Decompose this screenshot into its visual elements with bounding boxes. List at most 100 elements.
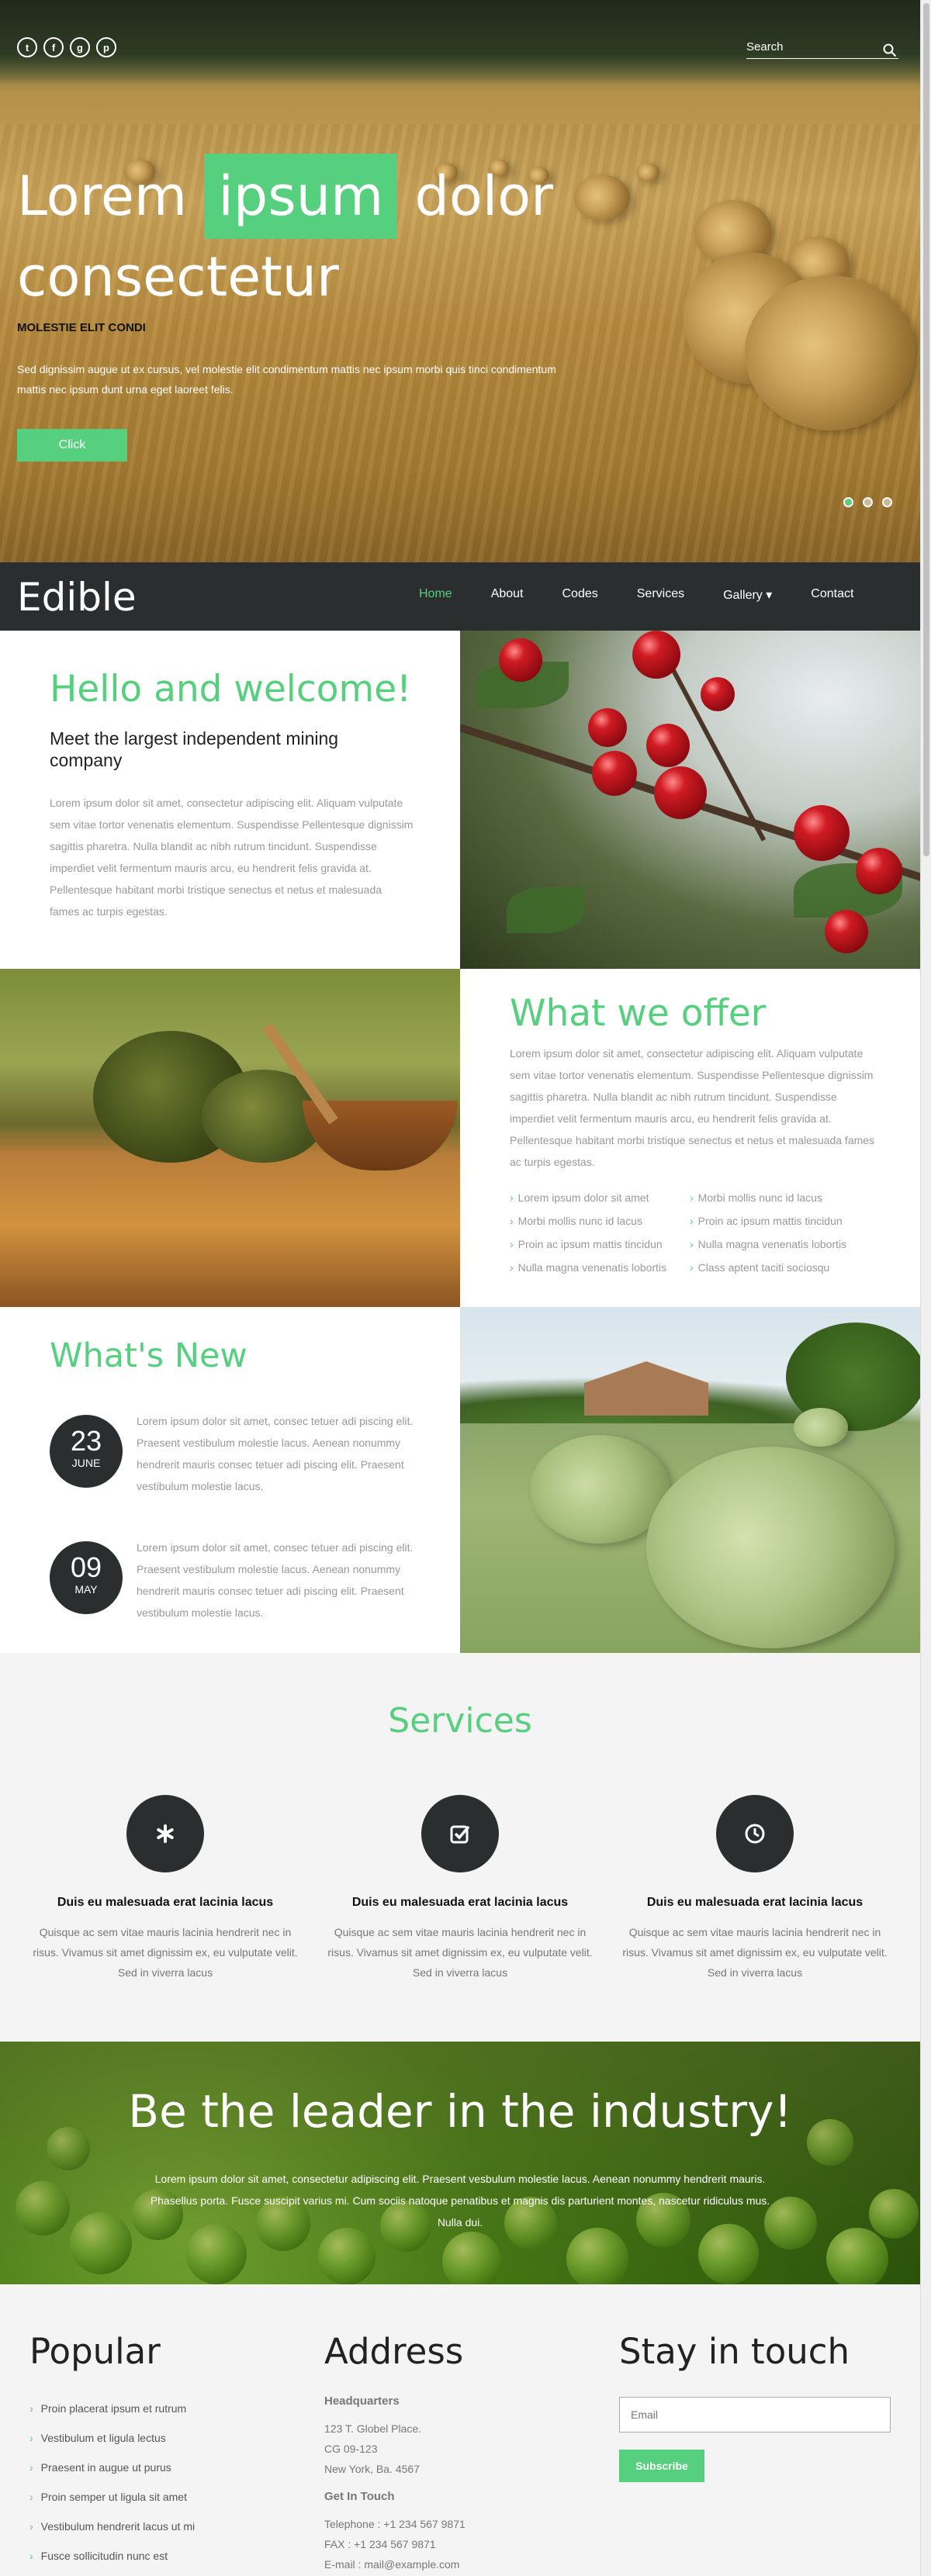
address-line: New York, Ba. 4567 (324, 2463, 420, 2475)
chevron-right-icon: › (510, 1215, 514, 1227)
subscribe-button[interactable]: Subscribe (619, 2450, 704, 2482)
hero-click-button[interactable]: Click (17, 429, 127, 462)
nav-link-home[interactable]: Home (419, 587, 452, 603)
nav-link-gallery[interactable]: Gallery ▾ (723, 587, 772, 603)
offer-list-item: › Proin ac ipsum mattis tincidun (510, 1238, 663, 1250)
hay-field-image (460, 1307, 920, 1653)
offer-section: What we offer Lorem ipsum dolor sit amet… (460, 969, 920, 1307)
offer-list-item: › Lorem ipsum dolor sit amet (510, 1191, 649, 1204)
search-icon[interactable] (883, 43, 897, 61)
news-text: Lorem ipsum dolor sit amet, consec tetue… (137, 1415, 414, 1492)
service-card: Duis eu malesuada erat lacinia lacus Qui… (27, 1795, 303, 1983)
service-text: Quisque ac sem vitae mauris lacinia hend… (327, 1926, 593, 1979)
banner-overlay (0, 2042, 920, 2284)
google-plus-icon[interactable]: g (70, 37, 90, 57)
social-links: t f g p (17, 37, 116, 57)
chevron-right-icon: › (510, 1238, 514, 1250)
offer-list-item: › Nulla magna venenatis lobortis (690, 1238, 847, 1250)
banner-title: Be the leader in the industry! (128, 2085, 792, 2138)
twitter-icon[interactable]: t (17, 37, 37, 57)
footer: Popular › Proin placerat ipsum et rutrum … (0, 2284, 920, 2576)
slider-dots (843, 497, 892, 507)
popular-link[interactable]: › Proin placerat ipsum et rutrum (29, 2401, 195, 2430)
slider-dot[interactable] (882, 497, 892, 507)
stay-title: Stay in touch (619, 2331, 850, 2372)
service-text: Quisque ac sem vitae mauris lacinia hend… (33, 1926, 298, 1979)
newsletter-email-input[interactable] (619, 2397, 891, 2433)
chevron-right-icon: › (510, 1191, 514, 1204)
fax: FAX : +1 234 567 9871 (324, 2538, 436, 2550)
welcome-title: Hello and welcome! (50, 668, 411, 711)
newsletter-form: Subscribe (619, 2397, 891, 2482)
offer-text: Lorem ipsum dolor sit amet, consectetur … (510, 1047, 875, 1168)
popular-link[interactable]: › Praesent in augue ut purus (29, 2460, 195, 2489)
popular-link[interactable]: › Vestibulum hendrerit lacus ut mi (29, 2519, 195, 2548)
hero-title-part1: Lorem (17, 164, 188, 228)
asterisk-icon (126, 1795, 204, 1872)
chevron-right-icon: › (29, 2491, 33, 2503)
offer-title: What we offer (510, 992, 767, 1035)
address-block: Headquarters 123 T. Globel Place. CG 09-… (324, 2394, 580, 2574)
slider-dot[interactable] (843, 497, 853, 507)
popular-link[interactable]: › Fusce sollicitudin nunc est (29, 2548, 195, 2576)
chevron-right-icon: › (690, 1238, 694, 1250)
date-badge: 23 JUNE (50, 1415, 123, 1488)
checkbox-icon (421, 1795, 499, 1872)
hay-bale (574, 175, 630, 221)
offer-list-item: › Class aptent taciti sociosqu (690, 1261, 830, 1274)
offer-list-item: › Morbi mollis nunc id lacus (510, 1215, 642, 1227)
banner-text: Lorem ipsum dolor sit amet, consectetur … (150, 2173, 770, 2228)
brand-logo[interactable]: Edible (17, 575, 137, 620)
address-title: Address (324, 2331, 464, 2372)
hay-bale (745, 275, 915, 430)
offer-list-item: › Proin ac ipsum mattis tincidun (690, 1215, 843, 1227)
hero-subtitle: MOLESTIE ELIT CONDI (17, 321, 146, 334)
hero-title-highlight: ipsum (204, 154, 398, 239)
hero-title-part2: dolor (414, 164, 553, 228)
scrollbar[interactable] (920, 0, 931, 2576)
news-section: What's New 23 JUNE Lorem ipsum dolor sit… (0, 1307, 460, 1653)
offer-list-item: › Morbi mollis nunc id lacus (690, 1191, 822, 1204)
broccoli-image (0, 969, 460, 1307)
news-title: What's New (50, 1336, 247, 1375)
popular-list: › Proin placerat ipsum et rutrum › Vestibu… (29, 2401, 195, 2576)
service-card: Duis eu malesuada erat lacinia lacus Qui… (617, 1795, 893, 1983)
chevron-right-icon: › (29, 2520, 33, 2533)
chevron-right-icon: › (29, 2550, 33, 2562)
telephone: Telephone : +1 234 567 9871 (324, 2518, 466, 2530)
hero-title-line2: consectetur (17, 245, 339, 309)
chevron-right-icon: › (690, 1191, 694, 1204)
service-card: Duis eu malesuada erat lacinia lacus Qui… (322, 1795, 598, 1983)
service-title: Duis eu malesuada erat lacinia lacus (57, 1896, 274, 1909)
chevron-right-icon: › (29, 2461, 33, 2474)
facebook-icon[interactable]: f (43, 37, 64, 57)
popular-title: Popular (29, 2331, 161, 2372)
address-line: 123 T. Globel Place. (324, 2422, 422, 2435)
slider-dot[interactable] (863, 497, 873, 507)
services-title: Services (388, 1701, 532, 1741)
nav-link-contact[interactable]: Contact (811, 587, 853, 603)
page: t f g p Lorem ipsum dolor consectetur MO… (0, 0, 931, 2576)
chevron-right-icon: › (29, 2432, 33, 2444)
chevron-right-icon: › (510, 1261, 514, 1274)
scrollbar-thumb[interactable] (923, 3, 929, 856)
offer-list-item: › Nulla magna venenatis lobortis (510, 1261, 667, 1274)
nav-links: Home About Codes Services Gallery ▾ Cont… (419, 587, 853, 603)
nav-link-services[interactable]: Services (637, 587, 684, 603)
email-address[interactable]: E-mail : mail@example.com (324, 2554, 580, 2574)
service-title: Duis eu malesuada erat lacinia lacus (351, 1896, 569, 1909)
popular-link[interactable]: › Vestibulum et ligula lectus (29, 2430, 195, 2460)
search-box (746, 40, 898, 59)
service-title: Duis eu malesuada erat lacinia lacus (646, 1896, 864, 1909)
search-input[interactable] (746, 40, 870, 54)
popular-link[interactable]: › Proin semper ut ligula sit amet (29, 2489, 195, 2519)
nav-link-about[interactable]: About (491, 587, 524, 603)
hero-section: t f g p Lorem ipsum dolor consectetur MO… (0, 0, 920, 562)
hero-title: Lorem ipsum dolor (17, 146, 553, 247)
welcome-section: Hello and welcome! Meet the largest inde… (0, 631, 460, 969)
hero-text: Sed dignissim augue ut ex cursus, vel mo… (17, 363, 556, 396)
services-section: Services Duis eu malesuada erat lacinia … (0, 1653, 920, 2042)
pinterest-icon[interactable]: p (96, 37, 116, 57)
nav-link-codes[interactable]: Codes (562, 587, 598, 603)
chevron-right-icon: › (29, 2402, 33, 2415)
